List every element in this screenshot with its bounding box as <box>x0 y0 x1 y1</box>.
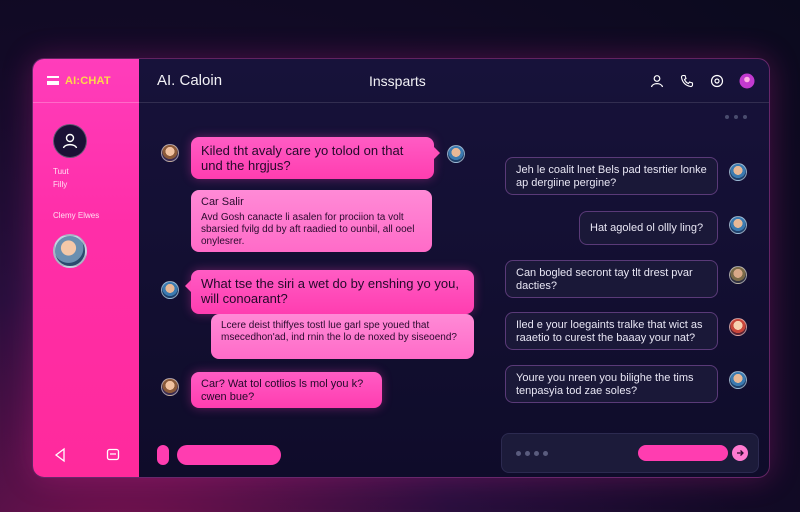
reply-input[interactable] <box>638 445 728 461</box>
account-avatar-icon[interactable] <box>739 73 755 89</box>
message-card-text: Avd Gosh canacte li asalen for prociion … <box>201 212 415 247</box>
sender-avatar <box>161 378 179 396</box>
user-icon <box>62 133 78 149</box>
message-bubble: Lcere deist thiffyes tostl lue garl spe … <box>211 314 474 359</box>
message-bubble: Youre you nreen you bilighe the tims ten… <box>505 365 718 403</box>
message-bubble: What tse the siri a wet do by enshing yo… <box>185 270 474 314</box>
conversation-title: AI. Caloin <box>157 72 223 89</box>
sidebar-footer <box>33 447 139 463</box>
send-button[interactable] <box>732 445 748 461</box>
message-bubble: Iled e your loegaints tralke that wict a… <box>505 312 718 350</box>
receiver-avatar <box>729 216 747 234</box>
typing-indicator <box>516 451 548 456</box>
message-bubble: Car? Wat tol cotlios ls mol you k? cwen … <box>191 372 382 408</box>
receiver-avatar <box>729 266 747 284</box>
contact-avatar[interactable] <box>53 234 87 268</box>
message-bubble: Hat agoled ol ollly ling? <box>579 211 718 245</box>
header-actions <box>649 73 755 89</box>
settings-icon[interactable] <box>709 73 725 89</box>
chat-icon[interactable] <box>105 447 121 463</box>
more-options-icon[interactable] <box>725 115 747 119</box>
back-icon[interactable] <box>52 447 68 463</box>
receiver-avatar <box>729 318 747 336</box>
user-avatar[interactable] <box>53 124 87 158</box>
user-status: Filly <box>53 180 68 189</box>
receiver-avatar <box>729 371 747 389</box>
receiver-avatar <box>729 163 747 181</box>
brand-logo: AI:CHAT <box>65 74 111 87</box>
message-bubble: Jeh le coalit lnet Bels pad tesrtier lon… <box>505 157 718 195</box>
left-composer <box>157 445 281 465</box>
menu-icon[interactable] <box>47 76 59 85</box>
message-bubble: Kiled tht avaly care yo tolod on that un… <box>191 137 440 179</box>
send-icon <box>737 450 744 456</box>
user-name: Tuut <box>53 167 69 176</box>
header-section-label: Inssparts <box>369 72 426 89</box>
header: AI. Caloin Inssparts <box>139 59 769 103</box>
message-card-title: Car Salir <box>201 196 244 208</box>
message-input[interactable] <box>177 445 281 465</box>
message-card: Car Salir Avd Gosh canacte li asalen for… <box>191 190 432 252</box>
message-bubble: Can bogled secront tay tlt drest pvar da… <box>505 260 718 298</box>
attach-button[interactable] <box>157 445 169 465</box>
right-composer <box>501 433 759 473</box>
brand-row: AI:CHAT <box>33 59 139 103</box>
sender-avatar <box>161 144 179 162</box>
contact-label: Clemy Elwes <box>53 211 100 220</box>
sender-avatar <box>161 281 179 299</box>
sidebar: AI:CHAT Tuut Filly Clemy Elwes <box>33 59 139 477</box>
phone-icon[interactable] <box>679 73 695 89</box>
profile-icon[interactable] <box>649 73 665 89</box>
chat-window: AI:CHAT Tuut Filly Clemy Elwes AI. Caloi… <box>32 58 770 478</box>
receiver-avatar <box>447 145 465 163</box>
